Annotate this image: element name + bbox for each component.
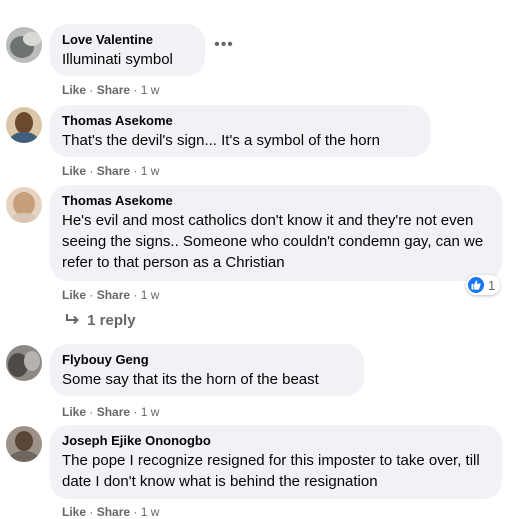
comment-bubble: Love Valentine Illuminati symbol [50, 24, 205, 76]
comment-text: That's the devil's sign... It's a symbol… [62, 132, 380, 149]
like-link[interactable]: Like [62, 288, 86, 302]
comment-time[interactable]: 1 w [141, 288, 160, 302]
comment-bubble: Flybouy Geng Some say that its the horn … [50, 344, 364, 396]
comment-time[interactable]: 1 w [141, 164, 160, 178]
reaction-badge[interactable]: 1 [466, 275, 501, 295]
share-link[interactable]: Share [97, 505, 130, 519]
like-link[interactable]: Like [62, 505, 86, 519]
reply-arrow-icon [65, 311, 83, 331]
avatar[interactable] [6, 345, 42, 381]
comment-text: Some say that its the horn of the beast [62, 371, 319, 388]
thumbs-up-icon [468, 277, 484, 293]
comment-text: The pope I recognize resigned for this i… [62, 452, 480, 490]
comment-time[interactable]: 1 w [141, 505, 160, 519]
share-link[interactable]: Share [97, 83, 130, 97]
share-link[interactable]: Share [97, 288, 130, 302]
comment-author[interactable]: Thomas Asekome [62, 113, 418, 129]
reaction-count: 1 [488, 277, 496, 293]
avatar[interactable] [6, 27, 42, 63]
comment-author[interactable]: Love Valentine [62, 32, 193, 48]
comment-author[interactable]: Flybouy Geng [62, 352, 352, 368]
comment-text: He's evil and most catholics don't know … [62, 212, 484, 271]
comment-actions: Like · Share · 1 w [62, 288, 160, 302]
comment-actions: Like · Share · 1 w [62, 83, 160, 97]
comment-author[interactable]: Joseph Ejike Ononogbo [62, 433, 490, 449]
comment-bubble: Joseph Ejike Ononogbo The pope I recogni… [50, 425, 502, 499]
avatar[interactable] [6, 426, 42, 462]
comment-bubble: Thomas Asekome That's the devil's sign..… [50, 105, 430, 157]
avatar[interactable] [6, 107, 42, 143]
like-link[interactable]: Like [62, 405, 86, 419]
view-replies-link[interactable]: 1 reply [65, 311, 136, 331]
share-link[interactable]: Share [97, 164, 130, 178]
comment-time[interactable]: 1 w [141, 83, 160, 97]
avatar[interactable] [6, 187, 42, 223]
replies-label[interactable]: 1 reply [87, 312, 135, 329]
like-link[interactable]: Like [62, 164, 86, 178]
comment-time[interactable]: 1 w [141, 405, 160, 419]
like-link[interactable]: Like [62, 83, 86, 97]
comment-bubble: Thomas Asekome He's evil and most cathol… [50, 185, 502, 281]
comment-text: Illuminati symbol [62, 51, 173, 68]
share-link[interactable]: Share [97, 405, 130, 419]
comment-actions: Like · Share · 1 w [62, 405, 160, 419]
comment-actions: Like · Share · 1 w [62, 505, 160, 519]
more-options-icon[interactable]: ••• [214, 37, 234, 60]
comment-actions: Like · Share · 1 w [62, 164, 160, 178]
comment-author[interactable]: Thomas Asekome [62, 193, 490, 209]
